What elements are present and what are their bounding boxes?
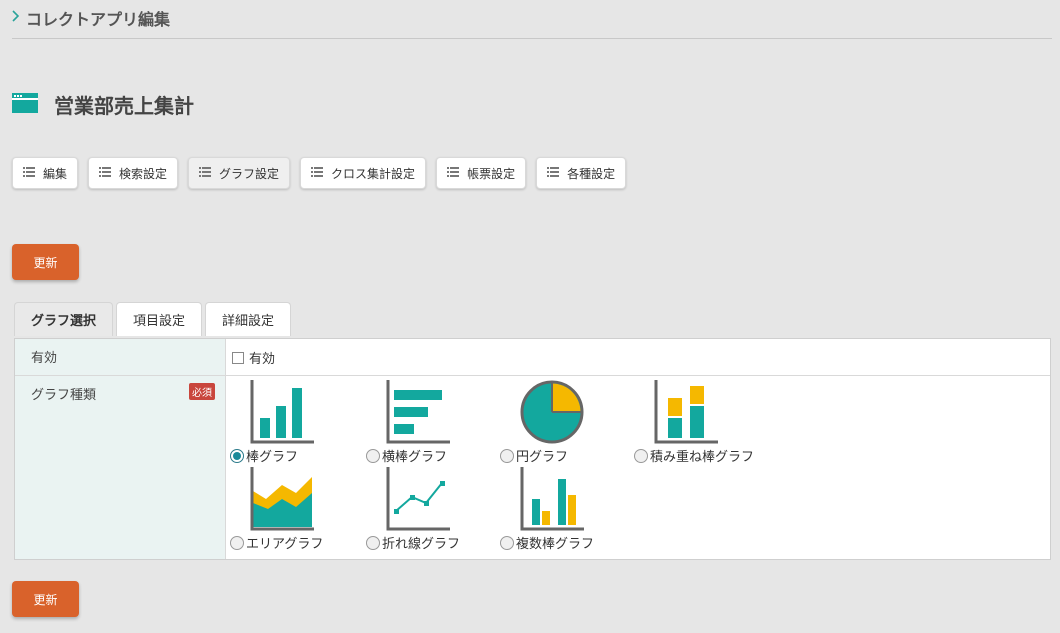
- chart-option-area-label: エリアグラフ: [230, 533, 323, 552]
- radio-line[interactable]: [366, 535, 380, 550]
- option-label: エリアグラフ: [246, 537, 324, 552]
- required-badge: 必須: [189, 383, 215, 400]
- chart-option-pie[interactable]: 円グラフ: [500, 380, 635, 465]
- breadcrumb: コレクトアプリ編集: [12, 6, 170, 30]
- chart-option-bar-label: 棒グラフ: [230, 446, 298, 465]
- toolbar: 編集 検索設定 グラフ設定 クロス集計設定 帳票設定 各種設定: [12, 157, 627, 189]
- chart-option-area[interactable]: エリアグラフ: [230, 467, 365, 552]
- radio-bar[interactable]: [230, 448, 244, 463]
- chart-option-multi-bar-label: 複数棒グラフ: [500, 533, 594, 552]
- tab-detail-settings[interactable]: 詳細設定: [205, 302, 292, 336]
- chart-option-line-label: 折れ線グラフ: [366, 533, 460, 552]
- enabled-checkbox-label: 有効: [249, 352, 276, 367]
- list-icon: [199, 166, 212, 180]
- toolbar-button-label: 帳票設定: [467, 166, 516, 181]
- toolbar-misc-settings-button[interactable]: 各種設定: [536, 157, 627, 189]
- option-label: 横棒グラフ: [382, 450, 448, 465]
- chart-option-horizontal-bar-label: 横棒グラフ: [366, 446, 447, 465]
- chart-option-pie-label: 円グラフ: [500, 446, 568, 465]
- toolbar-search-settings-button[interactable]: 検索設定: [88, 157, 179, 189]
- list-icon: [23, 166, 35, 180]
- chart-type-label: グラフ種類: [31, 388, 97, 403]
- graph-form-table: 有効 有効 グラフ種類 必須 棒グラフ 横棒グラフ 円グラフ 積み重ね棒グラフ …: [14, 338, 1051, 560]
- radio-stacked-bar[interactable]: [634, 448, 648, 463]
- list-icon: [547, 166, 560, 180]
- settings-tabs: グラフ選択 項目設定 詳細設定: [14, 302, 292, 336]
- list-icon: [447, 166, 460, 180]
- enabled-checkbox[interactable]: 有効: [232, 348, 1044, 367]
- chart-type-label-cell: グラフ種類 必須: [15, 376, 226, 559]
- chart-option-bar[interactable]: 棒グラフ: [230, 380, 365, 465]
- tab-item-settings[interactable]: 項目設定: [116, 302, 203, 336]
- list-icon: [99, 166, 112, 180]
- chart-option-multi-bar[interactable]: 複数棒グラフ: [500, 467, 635, 552]
- option-label: 積み重ね棒グラフ: [650, 450, 755, 465]
- horizontal-bar-chart-icon: [386, 380, 450, 444]
- toolbar-button-label: 編集: [43, 166, 68, 181]
- radio-horizontal-bar[interactable]: [366, 448, 380, 463]
- toolbar-button-label: 検索設定: [119, 166, 168, 181]
- page-title: 営業部売上集計: [12, 90, 194, 119]
- toolbar-graph-settings-button[interactable]: グラフ設定: [188, 157, 291, 189]
- option-label: 棒グラフ: [246, 450, 299, 465]
- radio-area[interactable]: [230, 535, 244, 550]
- update-button-top[interactable]: 更新: [12, 244, 79, 280]
- pie-chart-icon: [520, 380, 584, 444]
- chart-option-stacked-bar-label: 積み重ね棒グラフ: [634, 446, 754, 465]
- chart-option-stacked-bar[interactable]: 積み重ね棒グラフ: [634, 380, 814, 465]
- multi-bar-chart-icon: [520, 467, 584, 531]
- option-label: 円グラフ: [516, 450, 569, 465]
- bar-chart-icon: [250, 380, 314, 444]
- header-divider: [12, 38, 1052, 39]
- enabled-label: 有効: [15, 339, 226, 375]
- area-chart-icon: [250, 467, 314, 531]
- option-label: 折れ線グラフ: [382, 537, 461, 552]
- radio-pie[interactable]: [500, 448, 514, 463]
- list-icon: [311, 166, 324, 180]
- toolbar-cross-tab-settings-button[interactable]: クロス集計設定: [300, 157, 427, 189]
- breadcrumb-text[interactable]: コレクトアプリ編集: [26, 6, 170, 30]
- update-button-bottom[interactable]: 更新: [12, 581, 79, 617]
- toolbar-button-label: グラフ設定: [219, 166, 280, 181]
- page-title-text: 営業部売上集計: [54, 94, 194, 118]
- toolbar-edit-button[interactable]: 編集: [12, 157, 79, 189]
- checkbox-box[interactable]: [232, 351, 244, 364]
- stacked-bar-chart-icon: [654, 380, 718, 444]
- chevron-right-icon: [12, 10, 20, 26]
- tab-graph-select[interactable]: グラフ選択: [14, 302, 114, 336]
- chart-type-row: グラフ種類 必須 棒グラフ 横棒グラフ 円グラフ 積み重ね棒グラフ エリアグラフ…: [15, 376, 1050, 559]
- option-label: 複数棒グラフ: [516, 537, 595, 552]
- window-icon: [12, 92, 38, 117]
- line-chart-icon: [386, 467, 450, 531]
- chart-option-horizontal-bar[interactable]: 横棒グラフ: [366, 380, 501, 465]
- toolbar-button-label: 各種設定: [567, 166, 616, 181]
- chart-option-line[interactable]: 折れ線グラフ: [366, 467, 501, 552]
- enabled-row: 有効 有効: [15, 339, 1050, 376]
- toolbar-form-settings-button[interactable]: 帳票設定: [436, 157, 527, 189]
- toolbar-button-label: クロス集計設定: [331, 166, 416, 181]
- radio-multi-bar[interactable]: [500, 535, 514, 550]
